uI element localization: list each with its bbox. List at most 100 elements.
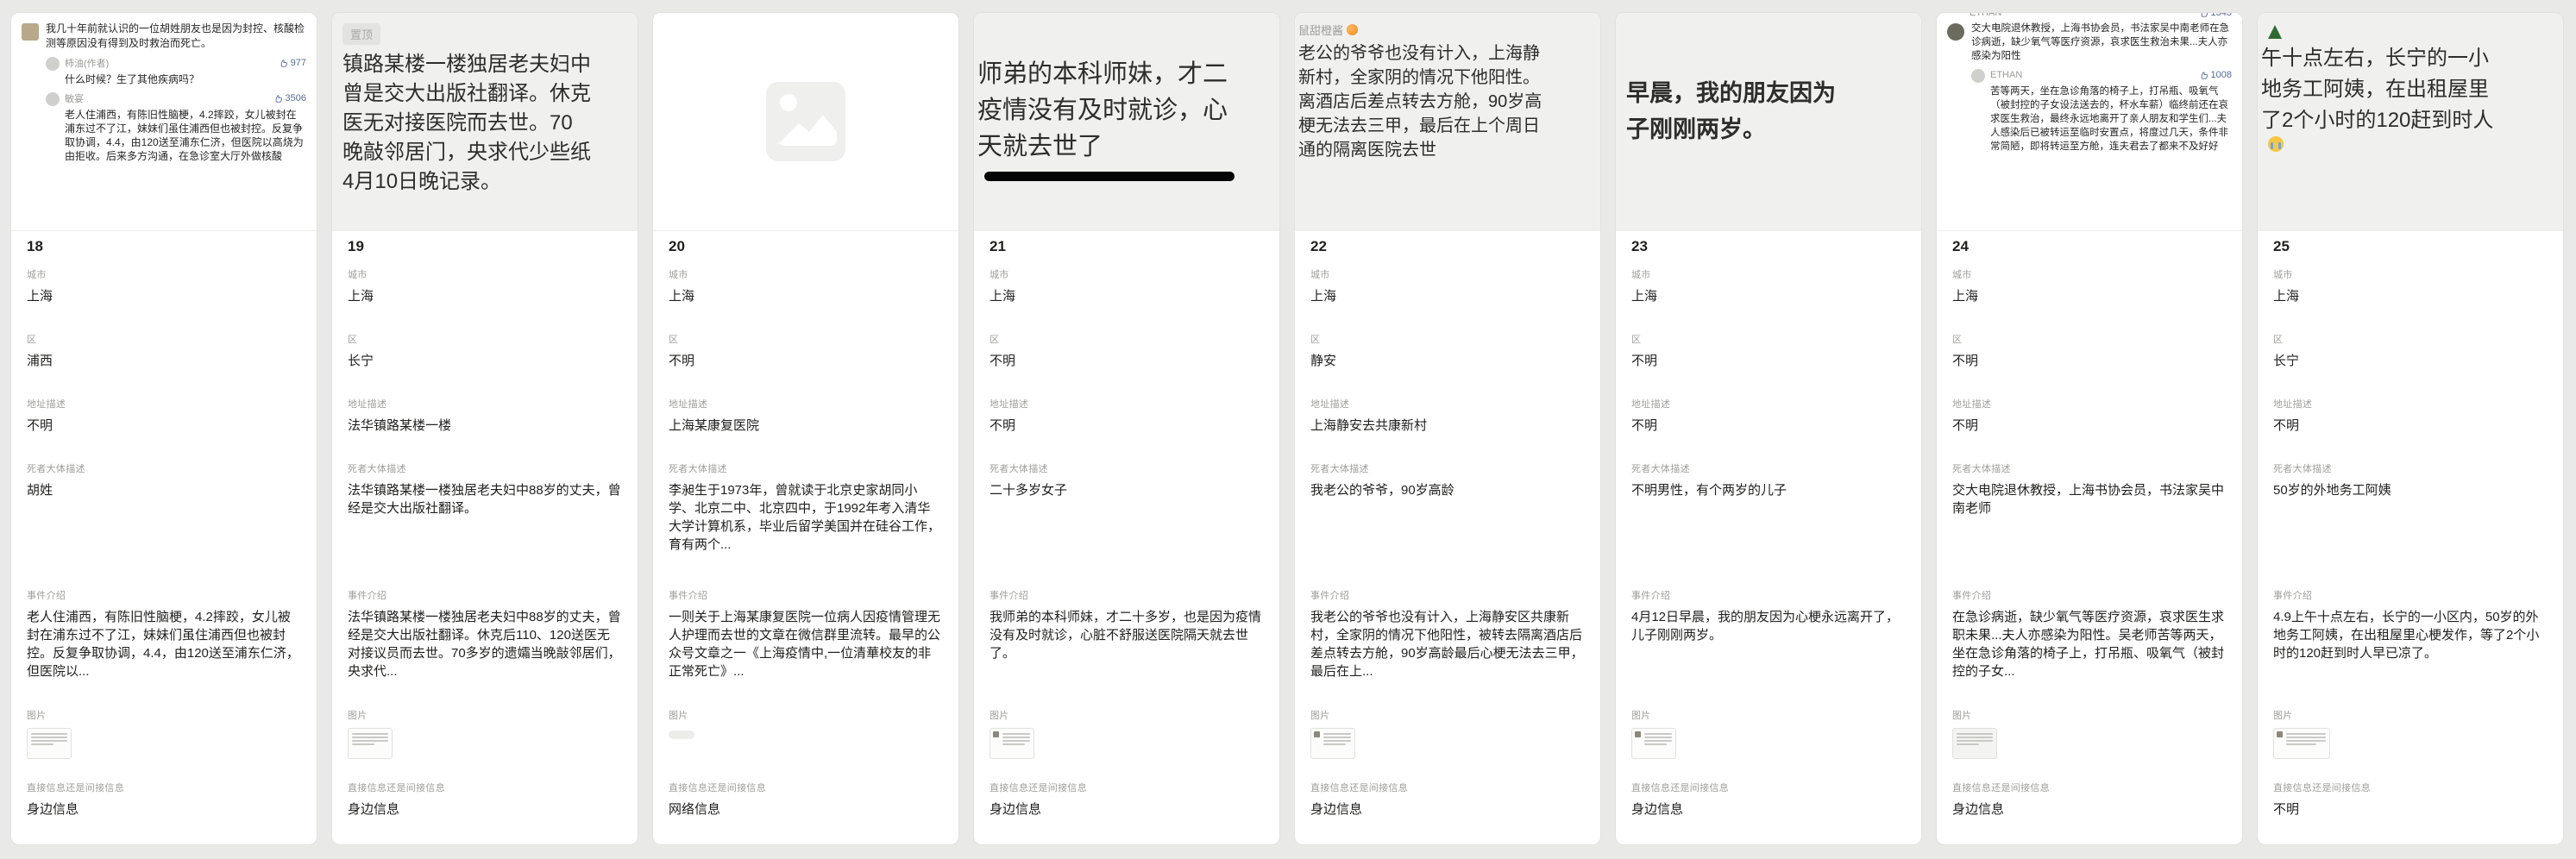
field-address: 地址描述 不明 xyxy=(27,397,301,461)
field-value-district: 不明 xyxy=(669,352,943,370)
field-city: 城市 上海 xyxy=(990,267,1264,332)
field-district: 区 不明 xyxy=(990,332,1264,397)
field-image: 图片 xyxy=(990,708,1264,781)
field-value-deceased: 50岁的外地务工阿姨 xyxy=(2273,481,2548,499)
field-value-deceased: 法华镇路某楼一楼独居老夫妇中88岁的丈夫，曾经是交大出版社翻译。 xyxy=(348,481,622,517)
like-count: 1343 xyxy=(2199,13,2232,18)
field-label-image: 图片 xyxy=(2273,708,2548,722)
field-label-source: 直接信息还是间接信息 xyxy=(1631,781,1906,794)
field-value-district: 不明 xyxy=(1952,352,2227,370)
post-text-line: 了2个小时的120赶到时人 xyxy=(2268,105,2553,136)
field-city: 城市 上海 xyxy=(348,267,622,332)
field-deceased: 死者大体描述 我老公的爷爷，90岁高龄 xyxy=(1310,461,1585,588)
field-label-address: 地址描述 xyxy=(348,397,622,411)
field-value-district: 不明 xyxy=(990,352,1264,370)
field-district: 区 长宁 xyxy=(2273,332,2548,397)
post-text-line: 午十点左右，长宁的一小 xyxy=(2268,43,2553,74)
record-card[interactable]: 午十点左右，长宁的一小地务工阿姨，在出租屋里了2个小时的120赶到时人 25 城… xyxy=(2257,12,2564,845)
field-value-deceased: 交大电院退休教授，上海书协会员，书法家吴中南老师 xyxy=(1952,481,2227,517)
field-label-source: 直接信息还是间接信息 xyxy=(2273,781,2548,794)
record-card[interactable]: 20 城市 上海 区 不明 地址描述 上海某康复医院 死者大体描述 李昶生于19… xyxy=(652,12,959,845)
image-placeholder-icon xyxy=(766,82,845,161)
field-label-deceased: 死者大体描述 xyxy=(669,461,943,475)
record-card[interactable]: 早晨，我的朋友因为子刚刚两岁。 23 城市 上海 区 不明 地址描述 不明 死者… xyxy=(1615,12,1922,845)
field-address: 地址描述 法华镇路某楼一楼 xyxy=(348,397,622,461)
image-thumbnail xyxy=(2273,728,2548,759)
poster-name-text: 鼠甜橙酱 xyxy=(1305,22,1343,38)
redaction-bar xyxy=(984,172,1235,181)
thumbnail-box xyxy=(2273,728,2330,759)
field-district: 区 浦西 xyxy=(27,332,301,397)
thumbs-up-icon xyxy=(273,94,283,103)
field-label-address: 地址描述 xyxy=(2273,397,2548,411)
field-label-image: 图片 xyxy=(1952,708,2227,722)
card-body: 23 城市 上海 区 不明 地址描述 不明 死者大体描述 不明男性，有个两岁的儿… xyxy=(1616,231,1921,844)
field-image: 图片 xyxy=(27,708,301,781)
field-source: 直接信息还是间接信息 身边信息 xyxy=(1631,781,1906,818)
thumbnail-avatar xyxy=(1314,731,1320,737)
field-value-address: 法华镇路某楼一楼 xyxy=(348,417,622,435)
field-value-deceased: 二十多岁女子 xyxy=(990,481,1264,499)
field-image: 图片 xyxy=(1310,708,1585,781)
field-label-district: 区 xyxy=(1310,332,1585,346)
post-text-line: 天就去世了 xyxy=(984,129,1269,165)
field-value-district: 浦西 xyxy=(27,352,301,370)
avatar xyxy=(1971,69,1985,83)
screenshot-cover: 师弟的本科师妹，才二疫情没有及时就诊，心天就去世了 xyxy=(974,13,1279,231)
post-text-line: 地务工阿姨，在出租屋里 xyxy=(2268,74,2553,105)
card-body: 18 城市 上海 区 浦西 地址描述 不明 死者大体描述 胡姓 事件介绍 老人住… xyxy=(11,231,317,844)
field-district: 区 不明 xyxy=(1952,332,2227,397)
field-event: 事件介绍 在急诊病逝，缺少氧气等医疗资源，哀求医生求职未果...夫人亦感染为阳性… xyxy=(1952,588,2227,708)
record-card[interactable]: 我几十年前就认识的一位胡姓朋友也是因为封控、核酸检测等原因没有得到及时救治而死亡… xyxy=(10,12,317,845)
field-city: 城市 上海 xyxy=(1310,267,1585,332)
field-value-source: 身边信息 xyxy=(27,800,301,818)
field-image: 图片 xyxy=(669,708,943,781)
field-label-city: 城市 xyxy=(669,267,943,281)
field-value-deceased: 不明男性，有个两岁的儿子 xyxy=(1631,481,1906,499)
record-card[interactable]: 置顶镇路某楼一楼独居老夫妇中曾是交大出版社翻译。休克医无对接医院而去世。70晚敲… xyxy=(331,12,638,845)
field-label-source: 直接信息还是间接信息 xyxy=(27,781,301,794)
field-label-source: 直接信息还是间接信息 xyxy=(1310,781,1585,794)
thumbnail-avatar xyxy=(2277,731,2283,737)
field-image: 图片 xyxy=(1631,708,1906,781)
record-number: 19 xyxy=(348,238,622,267)
field-label-district: 区 xyxy=(990,332,1264,346)
crying-emoji xyxy=(2268,136,2284,152)
field-label-image: 图片 xyxy=(1631,708,1906,722)
field-value-deceased: 李昶生于1973年，曾就读于北京史家胡同小学、北京二中、北京四中，于1992年考… xyxy=(669,481,943,554)
field-event: 事件介绍 4.9上午十点左右，长宁的一小区内，50岁的外地务工阿姨，在出租屋里心… xyxy=(2273,588,2548,708)
reply-text: 什么时候？生了其他疾病吗？ xyxy=(65,72,306,86)
post-text-line: 镇路某楼一楼独居老夫妇中 xyxy=(342,50,627,79)
record-card[interactable]: ETHAN1343交大电院退休教授，上海书协会员，书法家吴中南老师在急诊病逝，缺… xyxy=(1936,12,2243,845)
field-value-district: 不明 xyxy=(1631,352,1906,370)
field-event: 事件介绍 我师弟的本科师妹，才二十多岁，也是因为疫情没有及时就诊，心脏不舒服送医… xyxy=(990,588,1264,708)
field-value-district: 长宁 xyxy=(348,352,622,370)
field-city: 城市 上海 xyxy=(27,267,301,332)
field-source: 直接信息还是间接信息 不明 xyxy=(2273,781,2548,818)
comment-row: 我几十年前就认识的一位胡姓朋友也是因为封控、核酸检测等原因没有得到及时救治而死亡… xyxy=(22,22,306,51)
field-deceased: 死者大体描述 李昶生于1973年，曾就读于北京史家胡同小学、北京二中、北京四中，… xyxy=(669,461,943,588)
commenter-name: ETHAN xyxy=(1990,70,2022,80)
field-source: 直接信息还是间接信息 身边信息 xyxy=(27,781,301,818)
screenshot-cover: 置顶镇路某楼一楼独居老夫妇中曾是交大出版社翻译。休克医无对接医院而去世。70晚敲… xyxy=(332,13,638,231)
screenshot-cover: 鼠甜橙酱老公的爷爷也没有计入，上海静新村，全家阴的情况下他阳性。离酒店后差点转去… xyxy=(1295,13,1600,231)
record-card[interactable]: 师弟的本科师妹，才二疫情没有及时就诊，心天就去世了 21 城市 上海 区 不明 … xyxy=(973,12,1280,845)
field-value-source: 身边信息 xyxy=(990,800,1264,818)
field-label-deceased: 死者大体描述 xyxy=(990,461,1264,475)
field-deceased: 死者大体描述 法华镇路某楼一楼独居老夫妇中88岁的丈夫，曾经是交大出版社翻译。 xyxy=(348,461,622,588)
field-value-event: 我老公的爷爷也没有计入，上海静安区共康新村，全家阴的情况下他阳性，被转去隔离酒店… xyxy=(1310,608,1585,680)
field-source: 直接信息还是间接信息 身边信息 xyxy=(348,781,622,818)
field-value-source: 不明 xyxy=(2273,800,2548,818)
thumbnail-avatar xyxy=(1635,731,1641,737)
field-value-city: 上海 xyxy=(669,287,943,305)
field-event: 事件介绍 一则关于上海某康复医院一位病人因疫情管理无人护理而去世的文章在微信群里… xyxy=(669,588,943,708)
field-source: 直接信息还是间接信息 身边信息 xyxy=(1310,781,1585,818)
record-card[interactable]: 鼠甜橙酱老公的爷爷也没有计入，上海静新村，全家阴的情况下他阳性。离酒店后差点转去… xyxy=(1294,12,1601,845)
post-text-line: 曾是交大出版社翻译。休克 xyxy=(342,79,627,109)
field-address: 地址描述 不明 xyxy=(990,397,1264,461)
field-label-source: 直接信息还是间接信息 xyxy=(348,781,622,794)
thumbnail-avatar xyxy=(993,731,999,737)
field-value-deceased: 我老公的爷爷，90岁高龄 xyxy=(1310,481,1585,499)
field-value-source: 身边信息 xyxy=(1310,800,1585,818)
field-label-deceased: 死者大体描述 xyxy=(348,461,622,475)
